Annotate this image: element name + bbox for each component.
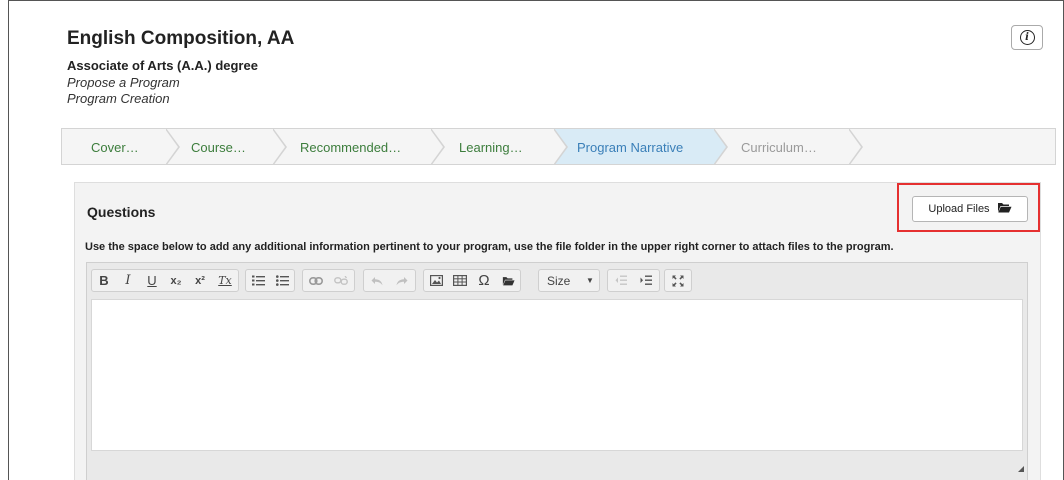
table-button[interactable] — [448, 270, 472, 291]
indent-button[interactable] — [634, 270, 660, 291]
numbered-list-button[interactable] — [246, 270, 270, 291]
history-group — [363, 269, 416, 292]
remove-format-button[interactable]: Tx — [212, 270, 238, 291]
resize-handle-icon[interactable] — [1018, 466, 1024, 472]
editor-content-area[interactable] — [91, 299, 1023, 451]
maximize-group — [664, 269, 692, 292]
step-label: Course… — [191, 140, 246, 155]
folder-open-icon — [502, 276, 515, 285]
maximize-button[interactable] — [665, 270, 691, 291]
step-separator — [553, 129, 568, 164]
step-tab-learning[interactable]: Learning… — [431, 129, 568, 164]
step-separator — [848, 129, 863, 164]
list-group — [245, 269, 295, 292]
info-icon: i — [1019, 30, 1035, 45]
outdent-button[interactable] — [608, 270, 634, 291]
step-label: Program Narrative — [577, 140, 684, 155]
step-label: Recommended… — [300, 140, 402, 155]
underline-button[interactable]: U — [140, 270, 164, 291]
step-separator — [165, 129, 180, 164]
unlink-icon — [334, 275, 349, 285]
step-tab-course[interactable]: Course… — [166, 129, 287, 164]
indent-icon — [640, 275, 653, 285]
image-button[interactable] — [424, 270, 448, 291]
step-label: Learning… — [459, 140, 523, 155]
bold-button[interactable]: B — [92, 270, 116, 291]
numbered-list-icon — [251, 275, 265, 286]
wizard-steps: Cover… Course… Recommended… Learning… Pr… — [61, 128, 1056, 165]
help-text: Use the space below to add any additiona… — [85, 241, 894, 253]
image-icon — [429, 275, 443, 286]
undo-button[interactable] — [364, 270, 390, 291]
upload-files-button[interactable]: Upload Files — [912, 196, 1028, 222]
link-group — [302, 269, 355, 292]
subscript-button[interactable]: x₂ — [164, 270, 188, 291]
superscript-button[interactable]: x² — [188, 270, 212, 291]
table-icon — [453, 275, 467, 286]
step-tab-cover[interactable]: Cover… — [62, 129, 180, 164]
rich-text-editor: B I U x₂ x² Tx Ω Size ▼ — [86, 262, 1028, 480]
step-tab-curriculum[interactable]: Curriculum… — [714, 129, 863, 164]
questions-heading: Questions — [87, 204, 156, 220]
bullet-list-button[interactable] — [270, 270, 294, 291]
caret-down-icon: ▼ — [586, 276, 594, 285]
breadcrumb-creation: Program Creation — [67, 91, 170, 106]
insert-group: Ω — [423, 269, 521, 292]
italic-button[interactable]: I — [116, 270, 140, 291]
outdent-icon — [615, 275, 627, 285]
step-separator — [430, 129, 445, 164]
page-title: English Composition, AA — [67, 28, 295, 49]
omega-icon: Ω — [478, 272, 490, 289]
size-dropdown[interactable]: Size ▼ — [538, 269, 600, 292]
step-separator — [713, 129, 728, 164]
editor-toolbar: B I U x₂ x² Tx Ω Size ▼ — [87, 263, 1027, 299]
breadcrumb-propose: Propose a Program — [67, 75, 180, 90]
indent-group — [607, 269, 660, 292]
size-label: Size — [547, 273, 571, 288]
link-icon — [308, 276, 323, 285]
undo-icon — [371, 276, 383, 285]
info-button[interactable]: i — [1011, 25, 1043, 50]
upload-files-label: Upload Files — [928, 203, 990, 215]
step-label: Cover… — [91, 140, 139, 155]
redo-button[interactable] — [390, 270, 416, 291]
attach-file-button[interactable] — [496, 270, 520, 291]
step-tab-recommended[interactable]: Recommended… — [273, 129, 445, 164]
special-character-button[interactable]: Ω — [472, 270, 496, 291]
link-button[interactable] — [303, 270, 329, 291]
step-label: Curriculum… — [741, 140, 817, 155]
maximize-icon — [672, 275, 684, 286]
step-separator — [272, 129, 287, 164]
folder-open-icon — [997, 202, 1012, 216]
redo-icon — [396, 276, 408, 285]
panel-header: Questions — [75, 183, 1040, 233]
format-group: B I U x₂ x² Tx — [91, 269, 239, 292]
unlink-button[interactable] — [329, 270, 355, 291]
degree-subtitle: Associate of Arts (A.A.) degree — [67, 58, 258, 73]
bullet-list-icon — [275, 275, 289, 286]
step-tab-program-narrative[interactable]: Program Narrative — [554, 129, 728, 164]
